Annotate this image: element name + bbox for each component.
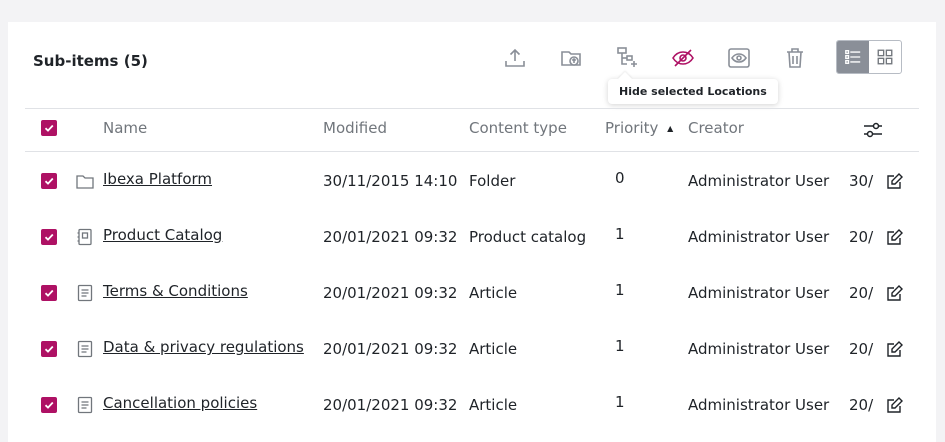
grid-view-icon (877, 49, 893, 65)
folder-icon (76, 175, 94, 189)
row-checkbox[interactable] (41, 229, 57, 245)
column-header-creator[interactable]: Creator (688, 119, 744, 137)
row-modified: 20/01/2021 09:32 (323, 340, 458, 358)
edit-icon[interactable] (885, 171, 905, 191)
create-folder-button[interactable] (557, 44, 585, 72)
row-content-type: Article (469, 284, 518, 302)
tree-add-icon (617, 47, 637, 67)
checkmark-icon (44, 401, 54, 409)
row-priority[interactable]: 0 (615, 169, 625, 187)
row-creator: Administrator User (688, 284, 830, 302)
row-modified: 20/01/2021 09:32 (323, 284, 458, 302)
row-checkbox[interactable] (41, 285, 57, 301)
row-creator: Administrator User (688, 396, 830, 414)
row-checkbox[interactable] (41, 173, 57, 189)
edit-icon[interactable] (885, 227, 905, 247)
table-row: Ibexa Platform 30/11/2015 14:10 Folder 0… (8, 152, 936, 208)
row-modified: 20/01/2021 09:32 (323, 396, 458, 414)
upload-button[interactable] (501, 44, 529, 72)
row-name-link[interactable]: Data & privacy regulations (103, 338, 304, 356)
row-checkbox[interactable] (41, 341, 57, 357)
row-modified: 30/11/2015 14:10 (323, 172, 458, 190)
table-row: Terms & Conditions 20/01/2021 09:32 Arti… (8, 264, 936, 320)
add-location-button[interactable] (613, 44, 641, 72)
row-name-link[interactable]: Terms & Conditions (103, 282, 248, 300)
edit-icon[interactable] (885, 395, 905, 415)
trash-icon (787, 48, 803, 68)
row-priority[interactable]: 1 (615, 393, 625, 411)
delete-button[interactable] (781, 44, 809, 72)
article-icon (77, 396, 93, 414)
row-extra-column: 20/ (849, 228, 874, 246)
hide-locations-button[interactable] (669, 44, 697, 72)
table-row: Cancellation policies 20/01/2021 09:32 A… (8, 376, 936, 432)
list-view-icon (845, 50, 861, 64)
checkmark-icon (44, 289, 54, 297)
row-checkbox[interactable] (41, 397, 57, 413)
row-content-type: Folder (469, 172, 516, 190)
row-extra-column: 20/ (849, 396, 874, 414)
sub-items-panel: Sub-items (5) Hide selected Locations Na… (8, 22, 936, 442)
checkmark-icon (44, 177, 54, 185)
row-extra-column: 30/ (849, 172, 874, 190)
column-header-content-type[interactable]: Content type (469, 119, 567, 137)
grid-view-button[interactable] (869, 41, 901, 73)
article-icon (77, 284, 93, 302)
priority-label: Priority (605, 119, 659, 137)
row-creator: Administrator User (688, 172, 830, 190)
article-icon (77, 340, 93, 358)
row-name-link[interactable]: Ibexa Platform (103, 170, 212, 188)
hide-locations-tooltip: Hide selected Locations (608, 79, 778, 104)
list-view-button[interactable] (837, 41, 869, 73)
edit-icon[interactable] (885, 339, 905, 359)
row-creator: Administrator User (688, 228, 830, 246)
column-settings-button[interactable] (859, 116, 887, 144)
row-priority[interactable]: 1 (615, 225, 625, 243)
checkmark-icon (44, 124, 54, 132)
row-extra-column: 20/ (849, 340, 874, 358)
table-row: Product Catalog 20/01/2021 09:32 Product… (8, 208, 936, 264)
sub-items-title: Sub-items (5) (33, 52, 148, 70)
view-toggle (836, 40, 902, 74)
checkmark-icon (44, 233, 54, 241)
row-extra-column: 20/ (849, 284, 874, 302)
settings-sliders-icon (864, 122, 882, 138)
row-creator: Administrator User (688, 340, 830, 358)
select-all-checkbox[interactable] (41, 120, 57, 136)
eye-icon (728, 48, 750, 68)
column-header-priority[interactable]: Priority ▲ (605, 119, 673, 137)
row-priority[interactable]: 1 (615, 337, 625, 355)
column-header-name[interactable]: Name (103, 119, 147, 137)
table-row: Data & privacy regulations 20/01/2021 09… (8, 320, 936, 376)
row-priority[interactable]: 1 (615, 281, 625, 299)
row-content-type: Article (469, 340, 518, 358)
upload-icon (505, 48, 525, 67)
edit-icon[interactable] (885, 283, 905, 303)
catalog-icon (77, 228, 92, 246)
reveal-locations-button[interactable] (725, 44, 753, 72)
column-header-modified[interactable]: Modified (323, 119, 387, 137)
sort-ascending-icon: ▲ (667, 124, 674, 133)
row-content-type: Article (469, 396, 518, 414)
row-name-link[interactable]: Product Catalog (103, 226, 222, 244)
row-content-type: Product catalog (469, 228, 587, 246)
row-name-link[interactable]: Cancellation policies (103, 394, 257, 412)
eye-hidden-icon (672, 49, 694, 67)
header-divider (25, 108, 919, 109)
row-modified: 20/01/2021 09:32 (323, 228, 458, 246)
folder-upload-icon (561, 51, 581, 66)
checkmark-icon (44, 345, 54, 353)
